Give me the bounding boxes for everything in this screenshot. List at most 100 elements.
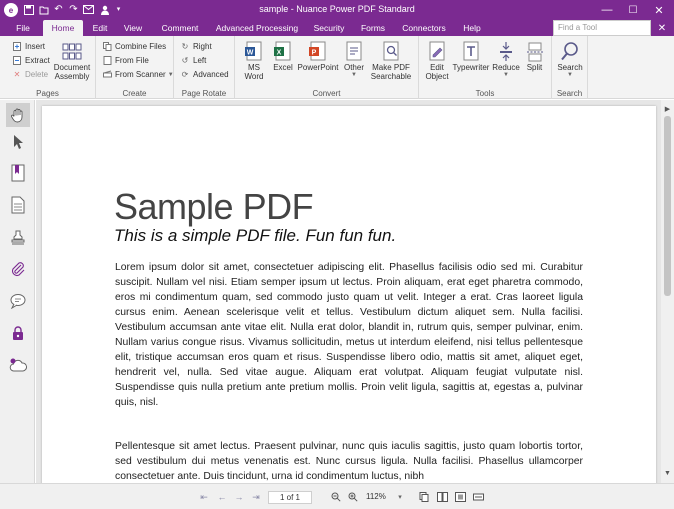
make-pdf-searchable-button[interactable]: Make PDF Searchable [367,39,415,87]
chevron-down-icon: ▼ [167,71,174,78]
document-subtitle: This is a simple PDF file. Fun fun fun. [114,226,397,245]
zoom-level[interactable]: 112% [366,492,386,501]
page-rotate-group: ↻ Right ↺ Left ⟳ Advanced Page Rotate [174,36,235,99]
hand-tool-icon[interactable] [6,103,30,127]
title-bar: e ↶ ↷ ▾ sample - Nuance Power PDF Standa… [0,0,674,20]
svg-text:X: X [277,50,282,57]
extract-button[interactable]: Extract [12,54,50,67]
typewriter-button[interactable]: Typewriter [451,39,491,87]
search-icon [561,42,578,61]
document-paragraph: Lorem ipsum dolor sit amet, consectetuer… [115,262,583,408]
delete-button[interactable]: ✕ Delete [12,68,48,81]
rotate-left-icon: ↺ [181,56,189,65]
zoom-in-icon[interactable] [347,491,359,503]
pdf-page[interactable]: Sample PDF This is a simple PDF file. Fu… [42,106,656,483]
page-number-input[interactable]: 1 of 1 [268,491,312,504]
word-icon: W [245,41,262,61]
scrollbar-thumb[interactable] [664,116,671,296]
delete-icon: ✕ [13,70,21,79]
zoom-dropdown-icon[interactable]: ▾ [394,491,406,503]
excel-button[interactable]: X Excel [271,39,295,87]
fit-page-icon[interactable] [454,491,466,503]
tab-connectors[interactable]: Connectors [398,20,450,36]
zoom-out-icon[interactable] [330,491,342,503]
two-page-view-icon[interactable] [436,491,448,503]
previous-page-icon[interactable]: ← [216,491,228,503]
tab-forms[interactable]: Forms [357,20,389,36]
document-assembly-button[interactable]: Document Assembly [52,39,92,87]
ribbon: Insert Extract ✕ Delete Document Assembly… [0,36,674,99]
insert-button[interactable]: Insert [12,40,45,53]
chevron-down-icon: ▼ [351,72,357,78]
tab-home[interactable]: Home [43,20,83,36]
convert-group-label: Convert [312,89,341,98]
from-file-button[interactable]: From File [102,54,149,67]
tab-comment[interactable]: Comment [156,20,204,36]
attachment-icon[interactable] [6,257,30,281]
searchable-pdf-icon [383,41,399,61]
select-arrow-icon[interactable] [6,130,30,154]
edit-object-button[interactable]: Edit Object [423,39,451,87]
search-group-label: Search [556,89,583,98]
rotate-left-button[interactable]: ↺ Left [180,54,207,67]
typewriter-icon [463,41,479,61]
vertical-scrollbar[interactable]: ▶ ▼ [661,100,674,483]
chevron-down-icon: ▼ [567,72,573,78]
search-group: Search ▼ Search [552,36,588,99]
page-rotate-group-label: Page Rotate [181,89,227,98]
excel-icon: X [274,41,291,61]
tools-group-label: Tools [475,89,495,98]
document-area[interactable]: Sample PDF This is a simple PDF file. Fu… [36,100,661,483]
bookmark-icon[interactable] [6,161,30,185]
rotate-advanced-button[interactable]: ⟳ Advanced [180,68,229,81]
minimize-button[interactable]: — [594,0,620,20]
tab-security[interactable]: Security [308,20,350,36]
first-page-icon[interactable]: ⇤ [198,491,210,503]
find-close-icon[interactable]: ✕ [654,20,670,36]
single-page-view-icon[interactable] [418,491,430,503]
pages-group: Insert Extract ✕ Delete Document Assembly… [0,36,96,99]
other-format-icon [346,41,362,61]
cloud-icon[interactable] [6,353,30,377]
pages-group-label: Pages [36,89,59,98]
scroll-down-arrow-icon[interactable]: ▼ [663,469,672,478]
tab-edit[interactable]: Edit [85,20,115,36]
fit-width-icon[interactable] [472,491,484,503]
svg-text:W: W [247,50,254,57]
close-button[interactable]: ✕ [646,0,672,20]
rotate-right-button[interactable]: ↻ Right [180,40,212,53]
stamp-icon[interactable] [6,225,30,249]
maximize-button[interactable]: ☐ [620,0,646,20]
lock-icon[interactable] [6,321,30,345]
pages-icon[interactable] [6,193,30,217]
split-icon [526,42,543,62]
insert-icon [12,42,22,52]
rotate-advanced-icon: ⟳ [181,70,189,79]
create-group-label: Create [122,89,147,98]
tab-advanced-processing[interactable]: Advanced Processing [213,20,301,36]
find-tool-input[interactable]: Find a Tool [553,20,651,36]
from-file-icon [102,56,112,66]
powerpoint-icon: P [309,41,326,61]
combine-files-button[interactable]: Combine Files [102,40,166,53]
tab-help[interactable]: Help [458,20,486,36]
scroll-right-arrow-icon[interactable]: ▶ [663,104,672,113]
combine-files-icon [102,42,112,52]
search-button[interactable]: Search ▼ [555,39,585,87]
reduce-button[interactable]: Reduce ▼ [491,39,521,87]
ms-word-button[interactable]: W MS Word [239,39,269,87]
next-page-icon[interactable]: → [233,491,245,503]
last-page-icon[interactable]: ⇥ [250,491,262,503]
other-button[interactable]: Other ▼ [341,39,367,87]
convert-group: W MS Word X Excel P PowerPoint Other ▼ M… [235,36,419,99]
powerpoint-button[interactable]: P PowerPoint [295,39,341,87]
from-scanner-button[interactable]: From Scanner ▼ [102,68,174,81]
tab-view[interactable]: View [117,20,149,36]
comment-icon[interactable] [6,289,30,313]
left-toolbar [0,100,35,483]
document-paragraph: Pellentesque sit amet lectus. Praesent p… [115,441,583,482]
status-bar: ⇤ ← → ⇥ 1 of 1 112% ▾ [0,483,674,509]
split-button[interactable]: Split [521,39,548,87]
svg-text:P: P [312,50,317,57]
tab-file[interactable]: File [6,20,40,36]
